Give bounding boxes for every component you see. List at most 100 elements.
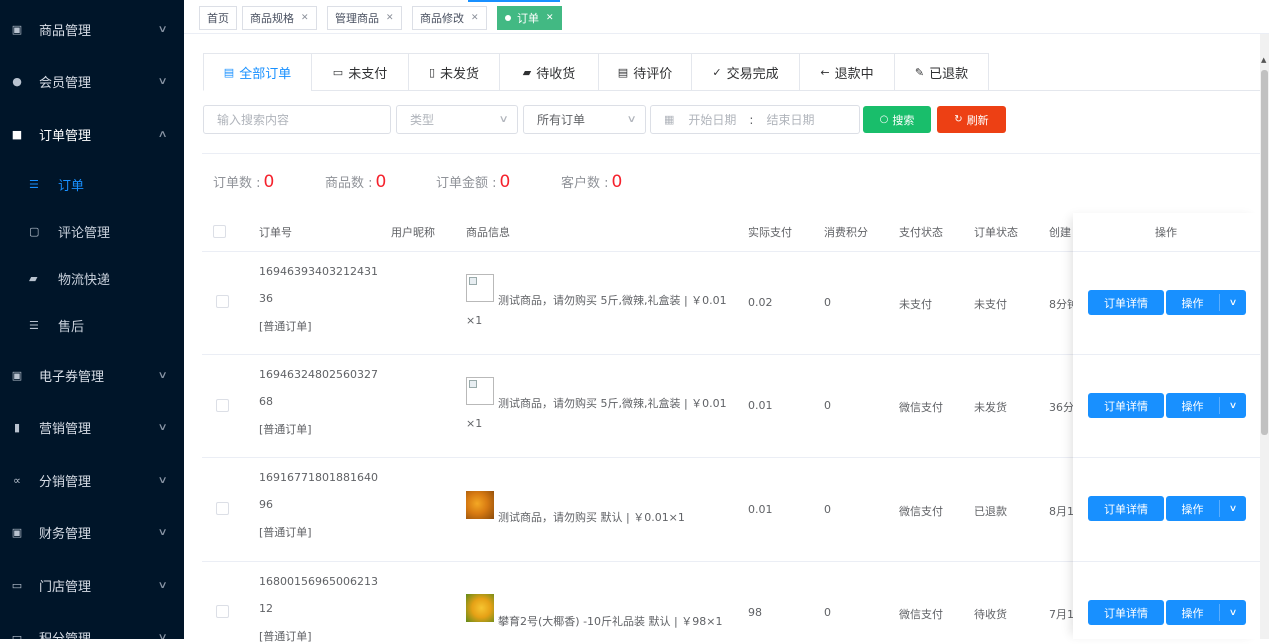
- chevron-down-icon[interactable]: ∨: [1216, 496, 1250, 521]
- tab-to-review[interactable]: ▤ 待评价: [598, 53, 691, 91]
- refresh-button-label: 刷新: [966, 113, 989, 127]
- operation-dropdown-button[interactable]: 操作 ∨: [1166, 496, 1246, 521]
- menu-label: 财务管理: [39, 526, 92, 542]
- created-time: 7月1: [1049, 608, 1074, 621]
- chevron-down-icon: ∨: [157, 526, 168, 538]
- type-select[interactable]: 类型 ∨: [396, 105, 518, 134]
- close-icon[interactable]: ✕: [471, 13, 479, 23]
- check-circle-icon: ✓: [712, 65, 722, 79]
- order-number: 1680015696500621312: [259, 575, 378, 615]
- menu-distribution[interactable]: ∝ 分销管理 ∨: [0, 454, 184, 506]
- goods-info: 测试商品，请勿购买 默认 | ￥0.01×1: [498, 511, 685, 524]
- close-icon[interactable]: ✕: [301, 13, 309, 23]
- file-icon: ▤: [617, 65, 629, 79]
- goods-image: [466, 594, 494, 622]
- menu-goods[interactable]: ▣ 商品管理 ∨: [0, 3, 184, 55]
- tab-refunded[interactable]: ✎ 已退款: [894, 53, 989, 91]
- tag-label: 商品规格: [250, 12, 294, 25]
- tab-label: 未发货: [440, 66, 480, 82]
- date-range-picker[interactable]: ▦ 开始日期 : 结束日期: [650, 105, 860, 134]
- row-checkbox[interactable]: [216, 605, 229, 618]
- goods-info: 测试商品，请勿购买 5斤,微辣,礼盒装 | ￥0.01: [498, 294, 727, 307]
- tab-completed[interactable]: ✓ 交易完成: [691, 53, 799, 91]
- truck-icon: ▰: [522, 65, 532, 79]
- menu-coupons[interactable]: ▣ 电子券管理 ∨: [0, 349, 184, 401]
- menu-finance[interactable]: ▣ 财务管理 ∨: [0, 506, 184, 558]
- operation-dropdown-button[interactable]: 操作 ∨: [1166, 290, 1246, 315]
- order-detail-button[interactable]: 订单详情: [1088, 600, 1164, 625]
- tag-label: 首页: [207, 12, 229, 25]
- chevron-down-icon: ∨: [157, 75, 168, 87]
- tag-label: 管理商品: [335, 12, 379, 25]
- finance-icon: ▣: [11, 525, 23, 539]
- bar-chart-icon: ▮: [13, 420, 21, 434]
- tab-refunding[interactable]: ← 退款中: [799, 53, 894, 91]
- close-icon[interactable]: ✕: [546, 13, 554, 23]
- stat-label: 订单金额 :: [436, 176, 497, 191]
- menu-members[interactable]: ● 会员管理 ∨: [0, 55, 184, 107]
- tab-unpaid[interactable]: ▭ 未支付: [311, 53, 408, 91]
- operation-dropdown-button[interactable]: 操作 ∨: [1166, 393, 1246, 418]
- tag-home[interactable]: 首页: [199, 6, 237, 30]
- header-order-status: 订单状态: [974, 226, 1018, 239]
- row-divider: [1073, 561, 1260, 562]
- tab-unshipped[interactable]: ▯ 未发货: [408, 53, 499, 91]
- refresh-button[interactable]: ↻ 刷新: [937, 106, 1006, 133]
- scroll-up-icon[interactable]: ▲: [1261, 56, 1266, 64]
- search-button[interactable]: ○ 搜索: [863, 106, 931, 133]
- close-icon[interactable]: ✕: [386, 13, 394, 23]
- chevron-up-icon: ∧: [157, 128, 168, 140]
- tab-to-receive[interactable]: ▰ 待收货: [499, 53, 598, 91]
- box-icon: ▯: [428, 65, 436, 79]
- points: 0: [824, 296, 831, 309]
- order-detail-button[interactable]: 订单详情: [1088, 290, 1164, 315]
- order-scope-select[interactable]: 所有订单 ∨: [523, 105, 646, 134]
- submenu-comments[interactable]: ▢ 评论管理: [0, 208, 184, 254]
- order-type: [普通订单]: [259, 423, 312, 436]
- chevron-down-icon: ∨: [157, 23, 168, 35]
- submenu-aftersales[interactable]: ☰ 售后: [0, 302, 184, 348]
- order-detail-button[interactable]: 订单详情: [1088, 496, 1164, 521]
- row-checkbox[interactable]: [216, 295, 229, 308]
- scrollbar-thumb[interactable]: [1261, 70, 1268, 435]
- chevron-down-icon[interactable]: ∨: [1216, 290, 1250, 315]
- vertical-scrollbar[interactable]: ▲: [1260, 34, 1269, 639]
- tag-goods-spec[interactable]: 商品规格 ✕: [242, 6, 317, 30]
- menu-label: 积分管理: [39, 631, 92, 640]
- tab-all-orders[interactable]: ▤ 全部订单: [203, 53, 311, 91]
- divider: [202, 153, 1260, 154]
- goods-info: 测试商品，请勿购买 5斤,微辣,礼盒装 | ￥0.01: [498, 397, 727, 410]
- tag-manage-goods[interactable]: 管理商品 ✕: [327, 6, 402, 30]
- submenu-label: 评论管理: [58, 225, 111, 241]
- menu-orders[interactable]: ■ 订单管理 ∧: [0, 108, 184, 160]
- document-icon: ▤: [223, 65, 235, 79]
- order-detail-button[interactable]: 订单详情: [1088, 393, 1164, 418]
- tag-orders[interactable]: 订单 ✕: [497, 6, 562, 30]
- menu-stores[interactable]: ▭ 门店管理 ∨: [0, 559, 184, 611]
- menu-marketing[interactable]: ▮ 营销管理 ∨: [0, 401, 184, 453]
- type-placeholder: 类型: [410, 113, 435, 127]
- goods-qty: ×1: [466, 314, 483, 327]
- operation-dropdown-button[interactable]: 操作 ∨: [1166, 600, 1246, 625]
- chevron-down-icon[interactable]: ∨: [1216, 600, 1250, 625]
- menu-points[interactable]: ▭ 积分管理 ∨: [0, 611, 184, 640]
- submenu-order[interactable]: ☰ 订单: [0, 161, 184, 207]
- row-checkbox[interactable]: [216, 502, 229, 515]
- menu-label: 电子券管理: [39, 369, 105, 385]
- order-icon: ☰: [29, 177, 39, 191]
- header-created: 创建: [1049, 226, 1071, 239]
- row-divider: [1073, 354, 1260, 355]
- stat-order-amount: 订单金额 :0: [436, 172, 510, 192]
- tab-label: 全部订单: [239, 66, 292, 82]
- search-input[interactable]: 输入搜索内容: [203, 105, 391, 134]
- stat-goods-count: 商品数 :0: [325, 172, 386, 192]
- store-icon: ▭: [11, 578, 23, 592]
- submenu-logistics[interactable]: ▰ 物流快递: [0, 255, 184, 301]
- row-checkbox[interactable]: [216, 399, 229, 412]
- chevron-down-icon: ∨: [626, 114, 637, 125]
- chevron-down-icon[interactable]: ∨: [1216, 393, 1250, 418]
- header-points: 消费积分: [824, 226, 868, 239]
- tags-view: 首页 商品规格 ✕ 管理商品 ✕ 商品修改 ✕ 订单 ✕: [184, 0, 1269, 34]
- select-all-checkbox[interactable]: [213, 225, 226, 238]
- tag-goods-edit[interactable]: 商品修改 ✕: [412, 6, 487, 30]
